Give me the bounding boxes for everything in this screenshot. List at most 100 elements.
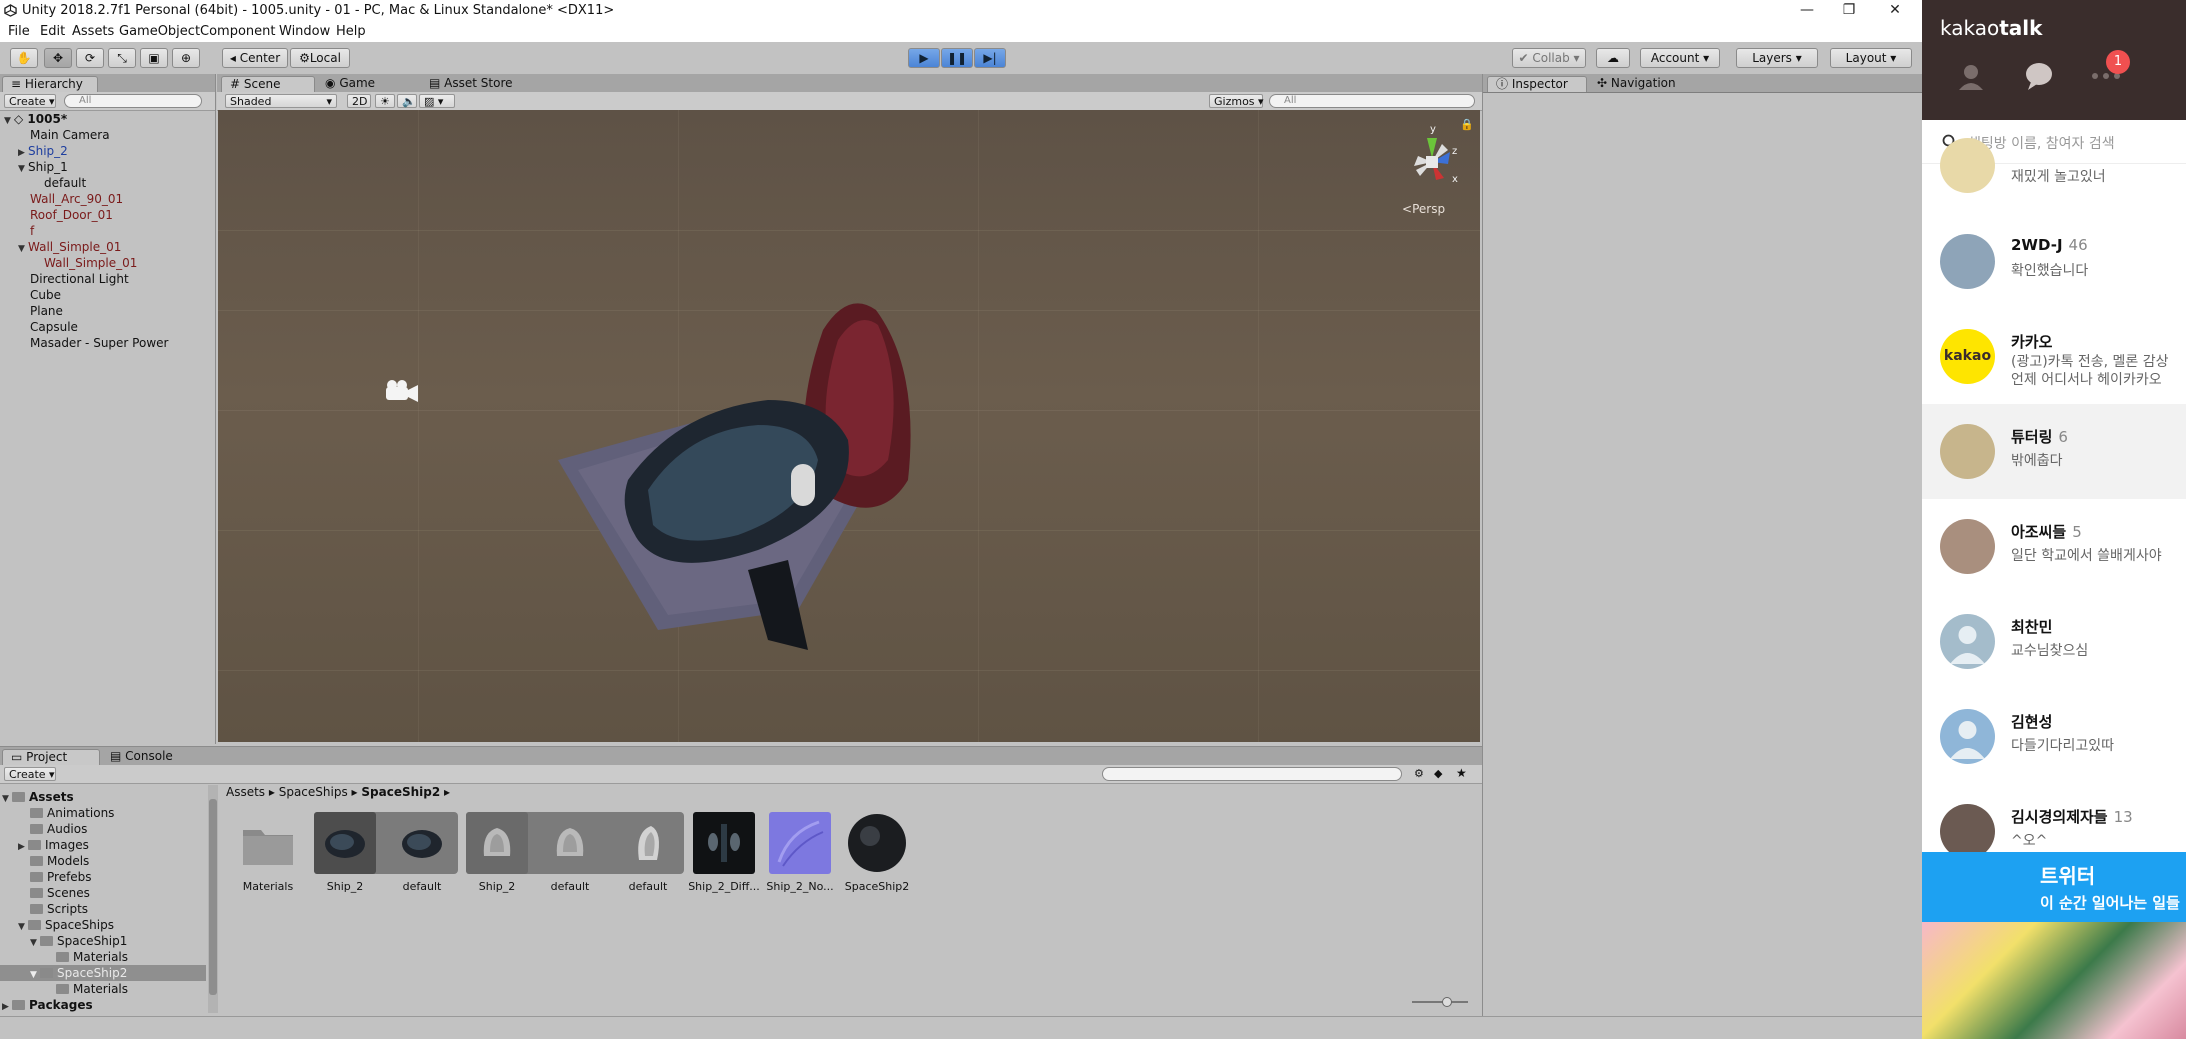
- transform-tool-button[interactable]: ⊕: [172, 48, 200, 68]
- asset-item[interactable]: Ship_2_Diff...: [688, 812, 760, 893]
- persp-toggle[interactable]: <Persp: [1402, 202, 1445, 216]
- collab-button[interactable]: ✔ Collab ▾: [1512, 48, 1586, 68]
- tree-item[interactable]: ▶ Images: [18, 837, 89, 853]
- asset-item[interactable]: Ship_2_No...: [764, 812, 836, 893]
- menu-assets[interactable]: Assets: [72, 24, 114, 39]
- scene-search-input[interactable]: All: [1269, 94, 1475, 108]
- filter-label-icon[interactable]: ◆: [1434, 767, 1442, 780]
- chat-item-selected[interactable]: 튜터링 6 밖에춥다: [1922, 404, 2186, 499]
- asset-item[interactable]: Ship_2: [309, 812, 381, 893]
- menu-edit[interactable]: Edit: [40, 24, 65, 39]
- pivot-center-toggle[interactable]: ◂ Center: [222, 48, 288, 68]
- tree-item-selected[interactable]: ▼ SpaceShip2: [0, 965, 206, 981]
- orientation-gizmo-icon[interactable]: y z x: [1392, 120, 1472, 200]
- hierarchy-item[interactable]: Wall_Arc_90_01: [30, 191, 123, 207]
- tree-item[interactable]: Scripts: [30, 901, 88, 917]
- chat-item[interactable]: 김시경의제자들 13 ^오^: [1922, 784, 2186, 852]
- hierarchy-item[interactable]: Directional Light: [30, 271, 129, 287]
- tree-item[interactable]: Materials: [56, 981, 128, 997]
- project-search-input[interactable]: [1102, 767, 1402, 781]
- scene-objects[interactable]: [558, 230, 978, 670]
- tree-item[interactable]: ▼ Assets: [2, 789, 74, 805]
- project-create-dropdown[interactable]: Create ▾: [4, 767, 56, 781]
- scene-viewport[interactable]: y z x <Persp 🔒: [218, 110, 1480, 742]
- tab-inspector[interactable]: ⓘ Inspector: [1487, 76, 1587, 92]
- tree-item[interactable]: ▼ SpaceShips: [18, 917, 114, 933]
- hierarchy-item[interactable]: Wall_Simple_01: [44, 255, 137, 271]
- tree-item[interactable]: Materials: [56, 949, 128, 965]
- tab-project[interactable]: ▭ Project: [2, 749, 100, 765]
- menu-file[interactable]: File: [8, 24, 30, 39]
- tab-navigation[interactable]: ✣ Navigation: [1589, 76, 1684, 92]
- chat-item[interactable]: 최찬민 교수님찾으심: [1922, 594, 2186, 689]
- asset-item[interactable]: default: [386, 812, 458, 893]
- hand-tool-button[interactable]: ✋: [10, 48, 38, 68]
- 2d-toggle[interactable]: 2D: [347, 94, 371, 108]
- breadcrumb-item[interactable]: Assets: [226, 785, 265, 799]
- pause-button[interactable]: ❚❚: [941, 48, 973, 68]
- layout-dropdown[interactable]: Layout ▾: [1830, 48, 1912, 68]
- shading-mode-dropdown[interactable]: Shaded ▾: [225, 94, 337, 108]
- tree-item[interactable]: Scenes: [30, 885, 90, 901]
- minimize-button[interactable]: —: [1784, 0, 1830, 22]
- tree-scrollbar[interactable]: [208, 785, 218, 1013]
- chats-tab-icon[interactable]: [2023, 60, 2055, 92]
- play-button[interactable]: ▶: [908, 48, 940, 68]
- asset-item[interactable]: Materials: [232, 812, 304, 893]
- effects-dropdown[interactable]: ▨ ▾: [419, 94, 455, 108]
- asset-item[interactable]: Ship_2: [461, 812, 533, 893]
- scene-root[interactable]: ▼ ◇ 1005*: [4, 111, 67, 127]
- camera-gizmo-icon[interactable]: [382, 378, 422, 408]
- menu-gameobject[interactable]: GameObject: [119, 24, 200, 39]
- move-tool-button[interactable]: ✥: [44, 48, 72, 68]
- lighting-toggle[interactable]: ☀: [375, 94, 395, 108]
- chat-item[interactable]: 2WD-J 46 확인했습니다: [1922, 214, 2186, 309]
- hierarchy-item[interactable]: Main Camera: [30, 127, 110, 143]
- hierarchy-create-dropdown[interactable]: Create ▾: [4, 94, 56, 108]
- audio-toggle[interactable]: 🔈: [397, 94, 417, 108]
- tab-console[interactable]: ▤ Console: [102, 749, 181, 765]
- tree-item[interactable]: Animations: [30, 805, 114, 821]
- step-button[interactable]: ▶|: [974, 48, 1006, 68]
- hierarchy-item[interactable]: Capsule: [30, 319, 78, 335]
- breadcrumb-item[interactable]: SpaceShips: [279, 785, 348, 799]
- rotate-tool-button[interactable]: ⟳: [76, 48, 104, 68]
- capsule-mesh[interactable]: [791, 464, 815, 506]
- account-dropdown[interactable]: Account ▾: [1640, 48, 1720, 68]
- breadcrumb-item[interactable]: SpaceShip2: [361, 785, 440, 799]
- tab-hierarchy[interactable]: ≡ Hierarchy: [2, 76, 98, 92]
- tab-game[interactable]: ◉ Game: [317, 76, 383, 92]
- tree-item[interactable]: Audios: [30, 821, 87, 837]
- ad-banner-image[interactable]: [1922, 922, 2186, 1039]
- menu-help[interactable]: Help: [336, 24, 366, 39]
- ad-banner-twitter[interactable]: 트위터 이 순간 일어나는 일들: [1922, 852, 2186, 922]
- asset-item[interactable]: default: [534, 812, 606, 893]
- asset-item[interactable]: SpaceShip2: [841, 812, 913, 893]
- asset-item[interactable]: default: [612, 812, 684, 893]
- filter-type-icon[interactable]: ⚙: [1414, 767, 1424, 780]
- cloud-button[interactable]: ☁: [1596, 48, 1630, 68]
- hierarchy-item[interactable]: ▶ Ship_2: [18, 143, 68, 159]
- friends-tab-icon[interactable]: [1956, 62, 1986, 92]
- pivot-local-toggle[interactable]: ⚙Local: [290, 48, 350, 68]
- chat-item[interactable]: kakao 카카오 (광고)카톡 전송, 멜론 감상 언제 어디서나 헤이카카오: [1922, 309, 2186, 404]
- tree-item[interactable]: Models: [30, 853, 89, 869]
- maximize-button[interactable]: ❐: [1826, 0, 1872, 22]
- tree-item[interactable]: ▶ Packages: [2, 997, 93, 1013]
- hierarchy-item[interactable]: Masader - Super Power: [30, 335, 168, 351]
- hierarchy-search-input[interactable]: All: [64, 94, 202, 108]
- zoom-slider[interactable]: [1412, 997, 1468, 1007]
- hierarchy-item[interactable]: Roof_Door_01: [30, 207, 113, 223]
- tab-scene[interactable]: # Scene: [221, 76, 315, 92]
- tab-asset-store[interactable]: ▤ Asset Store: [421, 76, 521, 92]
- tree-item[interactable]: Prefebs: [30, 869, 92, 885]
- rect-tool-button[interactable]: ▣: [140, 48, 168, 68]
- gizmos-dropdown[interactable]: Gizmos ▾: [1209, 94, 1264, 108]
- chat-item[interactable]: 재밌게 놀고있너: [1922, 138, 2186, 194]
- hierarchy-item[interactable]: Plane: [30, 303, 63, 319]
- hierarchy-item[interactable]: ▼ Ship_1: [18, 159, 68, 175]
- hierarchy-item[interactable]: Cube: [30, 287, 61, 303]
- tree-item[interactable]: ▼ SpaceShip1: [30, 933, 127, 949]
- menu-window[interactable]: Window: [279, 24, 330, 39]
- scale-tool-button[interactable]: ⤡: [108, 48, 136, 68]
